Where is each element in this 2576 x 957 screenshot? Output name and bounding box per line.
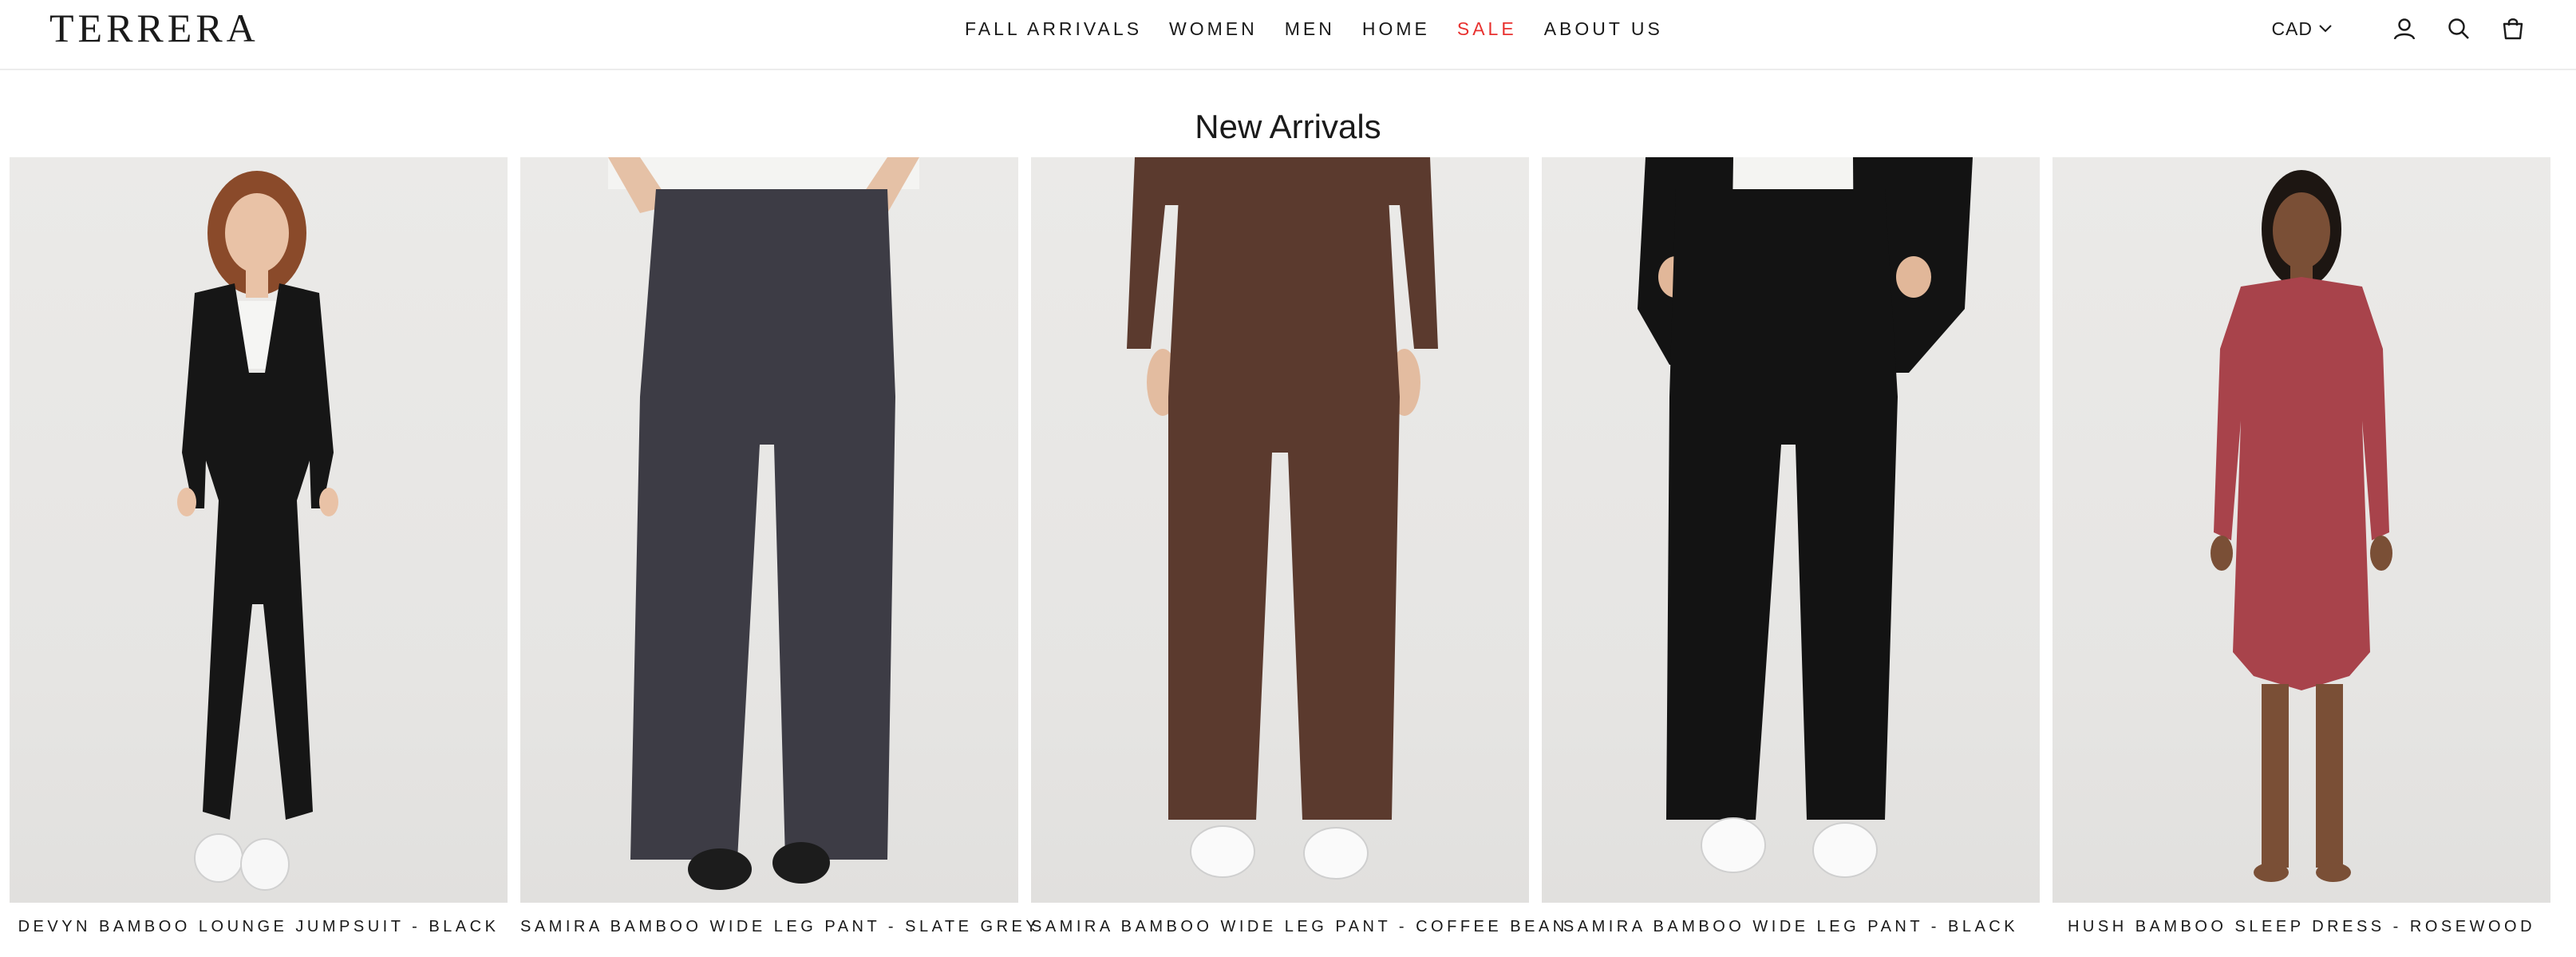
search-button[interactable] [2445,15,2472,42]
product-card[interactable]: DEVYN BAMBOO LOUNGE JUMPSUIT - BLACK [10,157,508,957]
product-title[interactable]: SAMIRA BAMBOO WIDE LEG PANT - COFFEE BEA… [1031,915,1564,938]
product-title[interactable]: DEVYN BAMBOO LOUNGE JUMPSUIT - BLACK [10,915,508,938]
product-card[interactable]: HUSH BAMBOO SLEEP DRESS - ROSEWOOD [2053,157,2550,957]
product-image[interactable] [1542,157,2040,903]
product-title[interactable]: SAMIRA BAMBOO WIDE LEG PANT - SLATE GREY [520,915,1037,938]
account-icon [2393,18,2416,40]
nav-item-about-us[interactable]: ABOUT US [1544,18,1663,40]
currency-label: CAD [2271,18,2313,39]
product-title[interactable]: SAMIRA BAMBOO WIDE LEG PANT - BLACK [1542,915,2040,938]
page: TERRERA FALL ARRIVALS WOMEN MEN HOME SAL… [0,0,2576,957]
product-card[interactable]: SAMIRA BAMBOO WIDE LEG PANT - BLACK [1542,157,2040,957]
nav-item-women[interactable]: WOMEN [1169,18,1258,40]
chevron-down-icon [2319,25,2332,33]
nav-item-fall-arrivals[interactable]: FALL ARRIVALS [965,18,1142,40]
search-icon [2448,18,2469,39]
product-image[interactable] [1031,157,1529,903]
product-card[interactable]: SAMIRA BAMBOO WIDE LEG PANT - SLATE GREY [520,157,1037,957]
collection-title: New Arrivals [1195,108,1381,146]
site-header: TERRERA FALL ARRIVALS WOMEN MEN HOME SAL… [0,0,2576,70]
cart-icon [2503,18,2523,40]
nav-item-home[interactable]: HOME [1362,18,1430,40]
account-button[interactable] [2391,15,2418,42]
nav-item-men[interactable]: MEN [1285,18,1335,40]
brand-logo[interactable]: TERRERA [49,8,259,48]
main-nav: FALL ARRIVALS WOMEN MEN HOME SALE ABOUT … [965,14,1690,43]
product-grid: DEVYN BAMBOO LOUNGE JUMPSUIT - BLACK SAM… [10,157,2568,957]
product-image[interactable] [520,157,1018,903]
currency-selector[interactable]: CAD [2271,18,2332,40]
product-title[interactable]: HUSH BAMBOO SLEEP DRESS - ROSEWOOD [2053,915,2550,938]
product-image[interactable] [10,157,508,903]
nav-item-sale[interactable]: SALE [1457,18,1517,40]
header-utilities: CAD [2271,13,2527,45]
cart-button[interactable] [2499,15,2527,42]
product-card[interactable]: SAMIRA BAMBOO WIDE LEG PANT - COFFEE BEA… [1031,157,1564,957]
product-image[interactable] [2053,157,2550,903]
